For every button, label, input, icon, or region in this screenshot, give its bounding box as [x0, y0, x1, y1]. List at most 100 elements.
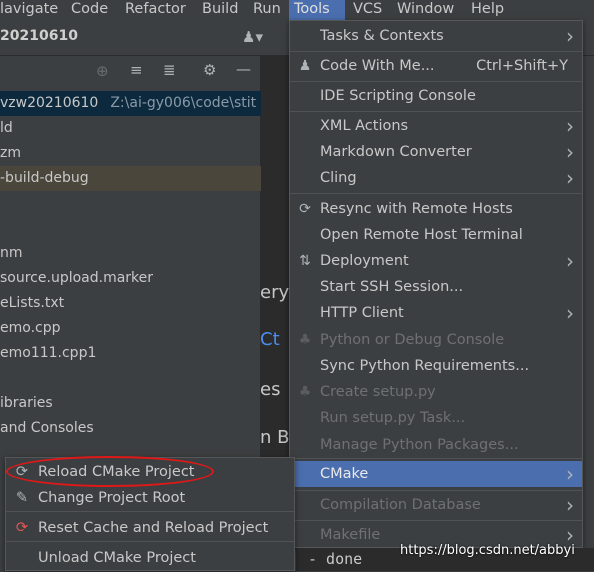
- tools-menu-item-create-setup-py[interactable]: ♣ Create setup.py: [290, 379, 582, 405]
- cmake-menu-item-unload-cmake-project[interactable]: Unload CMake Project: [6, 544, 294, 572]
- tools-menu-item-xml-actions[interactable]: XML Actions ›: [290, 113, 582, 139]
- tree-item[interactable]: eLists.txt: [0, 291, 261, 316]
- tree-item[interactable]: nm: [0, 241, 261, 266]
- menu-window[interactable]: Window: [392, 0, 459, 20]
- users-icon: ♟: [298, 58, 312, 74]
- minimize-icon[interactable]: —: [236, 60, 251, 78]
- menu-item-label: Change Project Root: [38, 490, 186, 506]
- tree-item-label: -build-debug: [0, 170, 89, 186]
- menu-navigate[interactable]: lavigate: [0, 0, 63, 20]
- watermark: https://blog.csdn.net/abbyi: [400, 543, 575, 558]
- tools-menu-item-run-setup-py-task[interactable]: Run setup.py Task...: [290, 405, 582, 431]
- tools-menu-item-sync-python-requirements[interactable]: Sync Python Requirements...: [290, 353, 582, 379]
- chevron-right-icon: ›: [566, 114, 574, 138]
- tree-item-label: eLists.txt: [0, 295, 65, 311]
- collapse-all-icon[interactable]: ≣: [163, 61, 176, 79]
- chevron-right-icon: ›: [566, 249, 574, 273]
- tree-item[interactable]: source.upload.marker: [0, 266, 261, 291]
- tree-item-label: zm: [0, 145, 21, 161]
- tools-menu-item-http-client[interactable]: HTTP Client ›: [290, 300, 582, 326]
- shortcut-label: Ctrl+Shift+Y: [476, 58, 568, 74]
- menu-bar: lavigate Code Refactor Build Run Tools V…: [0, 0, 594, 20]
- menu-item-label: IDE Scripting Console: [320, 88, 476, 104]
- tree-item-label: ld: [0, 120, 13, 136]
- menu-item-label: Open Remote Host Terminal: [320, 227, 523, 243]
- menu-item-label: XML Actions: [320, 118, 409, 134]
- gear-icon[interactable]: ⚙: [203, 61, 216, 79]
- locate-icon[interactable]: ⊕: [96, 62, 109, 80]
- menu-item-label: Deployment: [320, 253, 409, 269]
- menu-help[interactable]: Help: [466, 0, 509, 20]
- cmake-menu-item-reset-cache-and-reload-project[interactable]: ⟳ Reset Cache and Reload Project: [6, 514, 294, 542]
- menu-item-label: Resync with Remote Hosts: [320, 201, 513, 217]
- chevron-right-icon: ›: [566, 24, 574, 48]
- project-panel-header: ⊕ ≡ ≣ ⚙ —: [0, 58, 261, 88]
- menu-item-label: Unload CMake Project: [38, 550, 196, 566]
- tools-menu-item-markdown-converter[interactable]: Markdown Converter ›: [290, 139, 582, 165]
- menu-code[interactable]: Code: [66, 0, 113, 20]
- menu-item-label: Makefile: [320, 527, 381, 543]
- tree-item[interactable]: [0, 366, 261, 391]
- tree-item-label: ibraries: [0, 395, 53, 411]
- tree-item[interactable]: ibraries: [0, 391, 261, 416]
- cmake-menu-item-change-project-root[interactable]: ✎ Change Project Root: [6, 484, 294, 512]
- project-title: 20210610: [0, 28, 78, 44]
- tree-item[interactable]: zm: [0, 141, 261, 166]
- tools-menu-item-open-remote-host-terminal[interactable]: Open Remote Host Terminal: [290, 222, 582, 248]
- annotation-ellipse: [6, 456, 214, 487]
- tools-menu-item-manage-python-packages[interactable]: Manage Python Packages...: [290, 432, 582, 458]
- tree-item[interactable]: [0, 216, 261, 241]
- menu-item-label: Create setup.py: [320, 384, 436, 400]
- menu-item-label: HTTP Client: [320, 305, 404, 321]
- tools-menu-item-deployment[interactable]: ⇅ Deployment ›: [290, 248, 582, 274]
- tools-menu-item-compilation-database[interactable]: Compilation Database ›: [290, 492, 582, 518]
- menu-refactor[interactable]: Refactor: [120, 0, 191, 20]
- tree-item[interactable]: ld: [0, 116, 261, 141]
- menu-item-label: Reset Cache and Reload Project: [38, 520, 269, 536]
- tree-item[interactable]: emo111.cpp1: [0, 341, 261, 366]
- tree-item[interactable]: -build-debug: [0, 166, 261, 191]
- chevron-right-icon: ›: [566, 166, 574, 190]
- menu-vcs[interactable]: VCS: [348, 0, 387, 20]
- editor-text: es: [261, 379, 281, 400]
- tools-menu-item-cling[interactable]: Cling ›: [290, 165, 582, 191]
- menu-build[interactable]: Build: [197, 0, 243, 20]
- menu-item-label: Python or Debug Console: [320, 332, 505, 348]
- tools-menu-item-cmake[interactable]: CMake ›: [295, 461, 582, 487]
- chevron-right-icon: ›: [566, 301, 574, 325]
- tree-item[interactable]: and Consoles: [0, 416, 261, 441]
- tree-item[interactable]: emo.cpp: [0, 316, 261, 341]
- menu-separator: [290, 81, 582, 82]
- user-icon[interactable]: ♟▾: [242, 28, 263, 46]
- menu-item-label: CMake: [320, 466, 369, 482]
- menu-item-label: Compilation Database: [320, 497, 481, 513]
- menu-separator: [290, 111, 582, 112]
- editor-text: Ct: [261, 329, 280, 350]
- tree-item[interactable]: [0, 191, 261, 216]
- menu-item-label: Sync Python Requirements...: [320, 358, 530, 374]
- tree-item-label: source.upload.marker: [0, 270, 154, 286]
- menu-run[interactable]: Run: [248, 0, 286, 20]
- tools-menu-item-ide-scripting-console[interactable]: IDE Scripting Console: [290, 83, 582, 109]
- tree-item[interactable]: vzw20210610 Z:\ai-gy006\code\stit: [0, 91, 261, 116]
- refresh-icon: ⟳: [299, 201, 311, 217]
- tools-menu-item-python-or-debug-console[interactable]: ♣ Python or Debug Console: [290, 327, 582, 353]
- menu-separator: [290, 193, 582, 194]
- tools-menu: Tasks & Contexts › ♟ Code With Me... Ctrl+Sh…: [289, 20, 583, 548]
- menu-item-label: Manage Python Packages...: [320, 437, 519, 453]
- tree-item-label: vzw20210610: [0, 95, 99, 111]
- python-icon: ♣: [298, 332, 312, 348]
- menu-tools[interactable]: Tools: [289, 0, 345, 20]
- tree-item-label: emo111.cpp1: [0, 345, 97, 361]
- menu-separator: [290, 51, 582, 52]
- editor-text: ery: [261, 282, 290, 303]
- tools-menu-item-resync-with-remote-hosts[interactable]: ⟳ Resync with Remote Hosts: [290, 196, 582, 222]
- tools-menu-item-start-ssh-session[interactable]: Start SSH Session...: [290, 274, 582, 300]
- tools-menu-item-code-with-me[interactable]: ♟ Code With Me... Ctrl+Shift+Y: [290, 53, 582, 79]
- expand-all-icon[interactable]: ≡: [130, 61, 143, 79]
- reset-reload-icon: ⟳: [15, 520, 29, 536]
- transfer-icon: ⇅: [299, 253, 311, 269]
- menu-item-label: Code With Me...: [320, 58, 435, 74]
- menu-separator: [290, 458, 582, 459]
- tools-menu-item-tasks-contexts[interactable]: Tasks & Contexts ›: [290, 23, 582, 49]
